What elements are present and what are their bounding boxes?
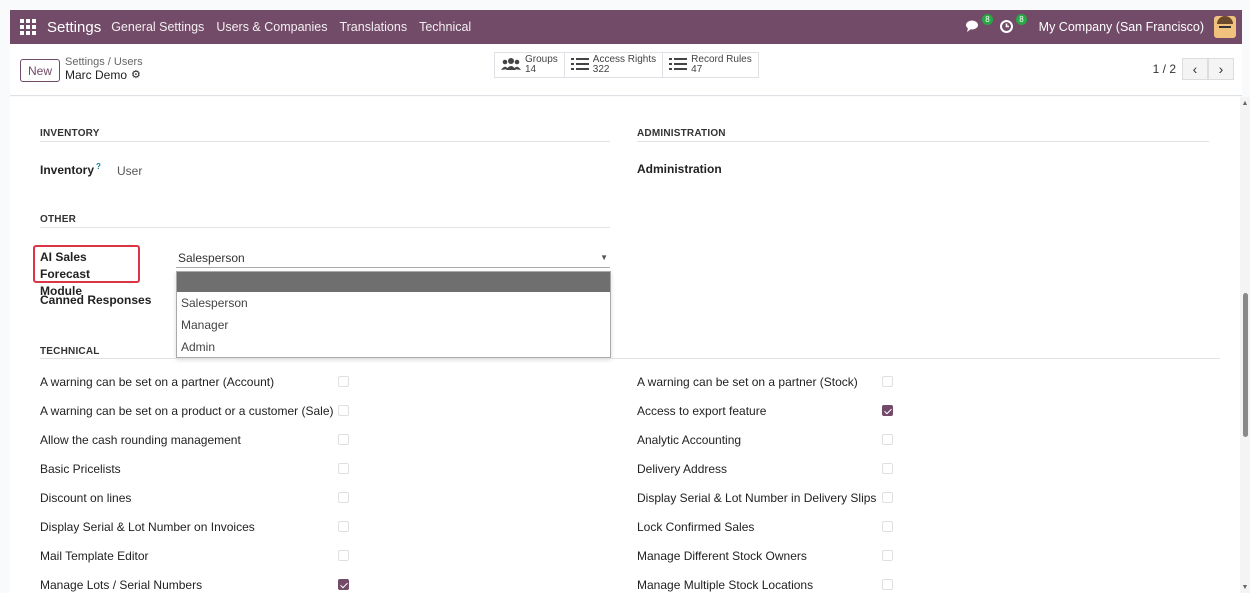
tech-right-checkbox-2[interactable] <box>882 434 893 445</box>
menu-translations[interactable]: Translations <box>339 20 407 34</box>
inventory-divider <box>40 141 610 142</box>
tech-right-label-5: Lock Confirmed Sales <box>637 520 755 534</box>
record-rules-count: 47 <box>691 64 703 75</box>
dropdown-option-admin[interactable]: Admin <box>177 336 610 358</box>
tech-right-label-2: Analytic Accounting <box>637 433 742 447</box>
pager-next-button[interactable]: › <box>1208 58 1234 80</box>
pager-previous-button[interactable]: ‹ <box>1182 58 1208 80</box>
tech-right-checkbox-0[interactable] <box>882 376 893 387</box>
other-section-title: OTHER <box>40 214 76 225</box>
access-rights-button[interactable]: Access Rights 322 <box>563 52 664 78</box>
ai-sales-forecast-value: Salesperson <box>178 251 245 265</box>
tech-left-checkbox-1[interactable] <box>338 405 349 416</box>
tech-left-checkbox-4[interactable] <box>338 492 349 503</box>
tech-left-label-5: Display Serial & Lot Number on Invoices <box>40 520 255 534</box>
groups-button[interactable]: Groups 14 <box>494 52 565 78</box>
messages-icon[interactable]: 8 <box>965 14 993 35</box>
tech-left-checkbox-6[interactable] <box>338 550 349 561</box>
tech-left-label-2: Allow the cash rounding management <box>40 433 241 447</box>
tech-right-label-0: A warning can be set on a partner (Stock… <box>637 375 858 389</box>
record-rules-button[interactable]: Record Rules 47 <box>662 52 759 78</box>
apps-grid-icon[interactable] <box>20 19 36 35</box>
list-icon <box>669 57 688 74</box>
activity-badge: 8 <box>1016 14 1027 25</box>
tech-right-checkbox-1[interactable] <box>882 405 893 416</box>
help-icon[interactable]: ? <box>96 162 101 171</box>
chevron-left-icon: ‹ <box>1192 61 1198 77</box>
administration-divider <box>637 141 1209 142</box>
control-panel: New Settings / Users Marc Demo ⚙ Groups … <box>10 44 1242 96</box>
systray: 8 8 My Company (San Francisco) <box>965 14 1242 38</box>
tech-left-label-0: A warning can be set on a partner (Accou… <box>40 375 275 389</box>
users-icon <box>501 57 521 74</box>
new-button[interactable]: New <box>20 59 61 82</box>
inventory-section-title: INVENTORY <box>40 128 100 139</box>
smart-buttons: Groups 14 Access Rights 322 Record Rules… <box>494 52 759 78</box>
ai-sales-forecast-dropdown: Salesperson Manager Admin <box>176 271 611 358</box>
company-switcher[interactable]: My Company (San Francisco) <box>1039 20 1204 34</box>
record-title: Marc Demo <box>65 68 128 82</box>
menu-general-settings[interactable]: General Settings <box>111 20 204 34</box>
canned-responses-label: Canned Responses <box>40 293 152 307</box>
form-sheet: INVENTORY Inventory? User ADMINISTRATION… <box>10 97 1242 593</box>
chevron-right-icon: › <box>1218 61 1224 77</box>
tech-right-checkbox-6[interactable] <box>882 550 893 561</box>
ai-sales-forecast-select[interactable]: Salesperson ▼ <box>176 248 610 268</box>
access-rights-count: 322 <box>592 64 610 75</box>
tech-right-label-1: Access to export feature <box>637 404 767 418</box>
tech-left-label-6: Mail Template Editor <box>40 549 149 563</box>
tech-left-checkbox-5[interactable] <box>338 521 349 532</box>
app-brand[interactable]: Settings <box>47 19 101 36</box>
technical-section-title: TECHNICAL <box>40 346 100 357</box>
administration-label: Administration <box>637 162 722 176</box>
messages-badge: 8 <box>982 14 993 25</box>
list-icon <box>570 57 589 74</box>
gear-icon[interactable]: ⚙ <box>131 69 141 82</box>
tech-left-checkbox-2[interactable] <box>338 434 349 445</box>
tech-left-checkbox-0[interactable] <box>338 376 349 387</box>
other-divider <box>40 227 610 228</box>
administration-section-title: ADMINISTRATION <box>637 128 726 139</box>
scroll-down-icon[interactable]: ▼ <box>1241 584 1249 591</box>
tech-left-checkbox-3[interactable] <box>338 463 349 474</box>
tech-right-checkbox-7[interactable] <box>882 579 893 590</box>
menu-users-companies[interactable]: Users & Companies <box>216 20 327 34</box>
scrollbar-thumb[interactable] <box>1243 293 1248 437</box>
dropdown-option-salesperson[interactable]: Salesperson <box>177 292 610 314</box>
groups-count: 14 <box>525 64 537 75</box>
menu-technical[interactable]: Technical <box>419 20 471 34</box>
pager: 1 / 2 ‹ › <box>1153 58 1234 80</box>
tech-right-checkbox-5[interactable] <box>882 521 893 532</box>
tech-right-label-7: Manage Multiple Stock Locations <box>637 578 814 592</box>
user-avatar[interactable] <box>1214 16 1236 38</box>
breadcrumb: Settings / Users Marc Demo ⚙ <box>65 56 143 82</box>
technical-divider <box>40 358 1220 359</box>
dropdown-option-empty[interactable] <box>177 272 610 292</box>
inventory-value[interactable]: User <box>117 164 142 178</box>
tech-left-label-1: A warning can be set on a product or a c… <box>40 404 334 418</box>
top-navbar: Settings General Settings Users & Compan… <box>10 10 1242 44</box>
activity-clock-icon[interactable]: 8 <box>999 14 1027 35</box>
tech-left-label-3: Basic Pricelists <box>40 462 121 476</box>
caret-down-icon: ▼ <box>600 253 608 262</box>
tech-right-checkbox-4[interactable] <box>882 492 893 503</box>
tech-right-label-6: Manage Different Stock Owners <box>637 549 807 563</box>
tech-right-label-4: Display Serial & Lot Number in Delivery … <box>637 491 877 505</box>
inventory-label-text: Inventory <box>40 163 95 177</box>
tech-left-label-7: Manage Lots / Serial Numbers <box>40 578 203 592</box>
dropdown-option-manager[interactable]: Manager <box>177 314 610 336</box>
tech-left-checkbox-7[interactable] <box>338 579 349 590</box>
tech-right-checkbox-3[interactable] <box>882 463 893 474</box>
vertical-scrollbar[interactable]: ▲ ▼ <box>1240 97 1250 593</box>
tech-right-label-3: Delivery Address <box>637 462 728 476</box>
breadcrumb-current: Marc Demo ⚙ <box>65 69 143 82</box>
tech-left-label-4: Discount on lines <box>40 491 132 505</box>
inventory-label: Inventory? <box>40 162 101 177</box>
pager-value[interactable]: 1 / 2 <box>1153 62 1176 76</box>
scroll-up-icon[interactable]: ▲ <box>1241 100 1249 107</box>
